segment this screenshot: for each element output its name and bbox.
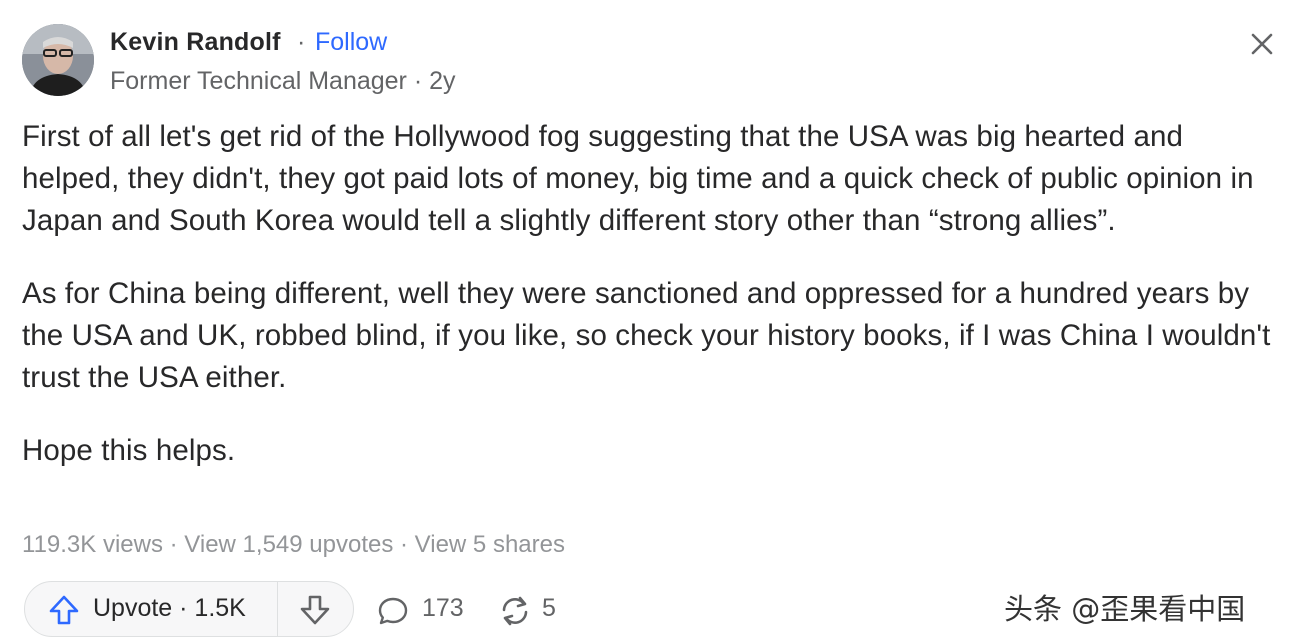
comment-count: 173 [422, 594, 464, 622]
answer-card: Kevin Randolf · Follow Former Technical … [0, 0, 1292, 640]
author-name[interactable]: Kevin Randolf [110, 28, 281, 57]
upvote-arrow-icon [49, 595, 79, 625]
stats-separator: · [393, 531, 415, 558]
watermark: 头条 @歪果看中国 [1004, 592, 1246, 626]
share-count: 5 [542, 594, 556, 622]
author-avatar[interactable] [22, 24, 94, 96]
downvote-arrow-icon [300, 595, 330, 625]
upvote-label: Upvote · 1.5K [93, 594, 246, 622]
avatar-image [22, 24, 94, 96]
comment-bubble-icon [378, 597, 408, 625]
stats-separator: · [162, 531, 185, 558]
close-icon [1251, 33, 1273, 55]
close-button[interactable] [1244, 26, 1280, 62]
share-icon [502, 596, 528, 626]
follow-button[interactable]: Follow [315, 28, 387, 57]
answer-paragraph: First of all let's get rid of the Hollyw… [22, 120, 1254, 237]
answer-stats: 119.3K views · View 1,549 upvotes · View… [22, 531, 565, 559]
vote-control: Upvote · 1.5K [24, 581, 354, 637]
downvote-button[interactable] [278, 582, 354, 636]
upvote-button[interactable]: Upvote · 1.5K [25, 582, 277, 636]
answer-paragraph: As for China being different, well they … [22, 277, 1271, 394]
views-count: 119.3K views [22, 531, 163, 558]
view-upvotes-link[interactable]: View 1,549 upvotes [184, 531, 393, 558]
answer-content: First of all let's get rid of the Hollyw… [22, 116, 1278, 472]
view-shares-link[interactable]: View 5 shares [415, 531, 565, 558]
name-separator: · [297, 28, 306, 56]
answer-paragraph: Hope this helps. [22, 434, 236, 467]
author-credential: Former Technical Manager · 2y [110, 67, 456, 95]
